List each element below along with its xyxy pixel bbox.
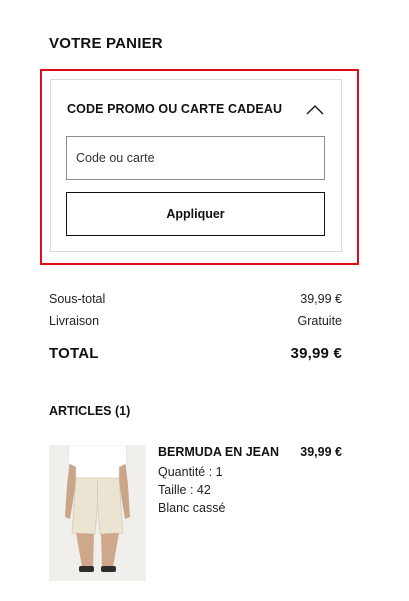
cart-title: VOTRE PANIER	[49, 35, 163, 52]
promo-code-panel: CODE PROMO OU CARTE CADEAU Appliquer	[50, 79, 342, 252]
subtotal-row: Sous-total 39,99 €	[49, 292, 342, 314]
cart-page: VOTRE PANIER CODE PROMO OU CARTE CADEAU …	[0, 0, 409, 601]
cart-item: BERMUDA EN JEAN 39,99 € Quantité : 1 Tai…	[49, 445, 342, 581]
promo-code-input[interactable]	[66, 136, 325, 180]
subtotal-label: Sous-total	[49, 292, 106, 306]
shipping-label: Livraison	[49, 314, 100, 328]
apply-promo-button[interactable]: Appliquer	[66, 192, 325, 236]
item-name[interactable]: BERMUDA EN JEAN	[158, 445, 284, 459]
subtotal-value: 39,99 €	[300, 292, 342, 306]
shipping-value: Gratuite	[297, 314, 342, 328]
promo-title: CODE PROMO OU CARTE CADEAU	[67, 102, 283, 116]
shipping-row: Livraison Gratuite	[49, 314, 342, 336]
total-label: TOTAL	[49, 345, 99, 362]
item-quantity: Quantité : 1	[158, 465, 223, 479]
item-price: 39,99 €	[300, 445, 342, 459]
order-summary: Sous-total 39,99 € Livraison Gratuite TO…	[49, 292, 342, 362]
item-header: BERMUDA EN JEAN 39,99 €	[158, 445, 342, 459]
item-color: Blanc cassé	[158, 501, 226, 515]
item-size: Taille : 42	[158, 483, 211, 497]
chevron-up-icon[interactable]	[305, 102, 325, 116]
item-details: BERMUDA EN JEAN 39,99 € Quantité : 1 Tai…	[158, 445, 342, 517]
item-meta: Quantité : 1 Taille : 42 Blanc cassé	[158, 463, 342, 517]
product-photo-icon[interactable]	[49, 445, 146, 581]
articles-title: ARTICLES (1)	[49, 404, 131, 418]
total-row: TOTAL 39,99 €	[49, 345, 342, 362]
total-value: 39,99 €	[290, 345, 342, 362]
promo-toggle[interactable]: CODE PROMO OU CARTE CADEAU	[67, 99, 325, 119]
